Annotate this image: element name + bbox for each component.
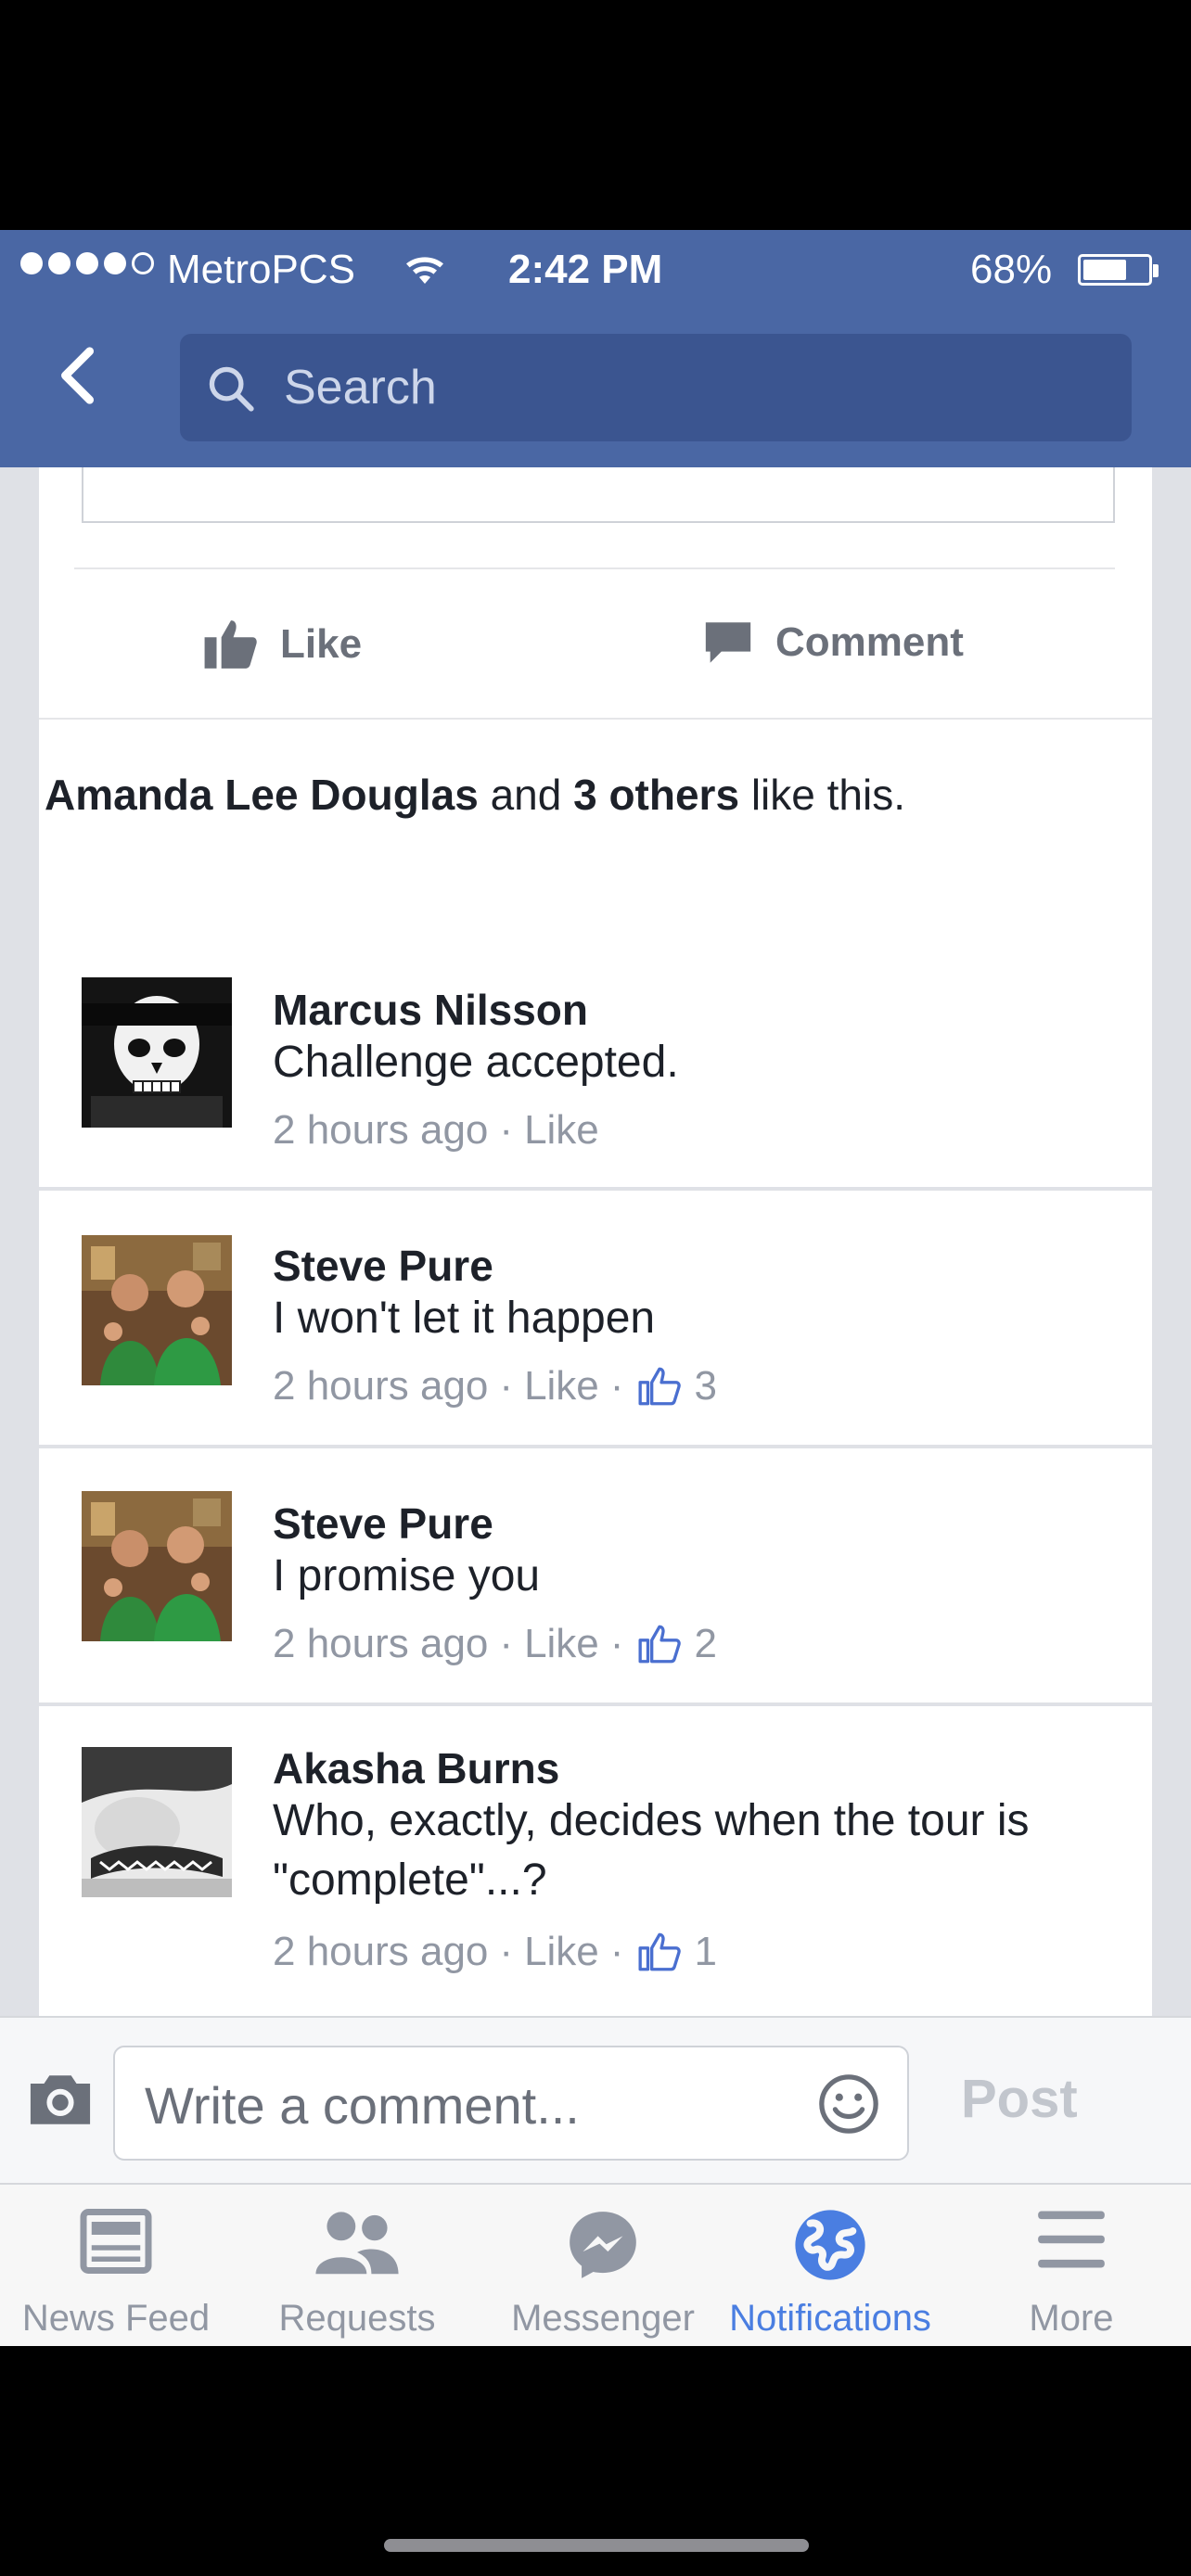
like-count-value: 1: [694, 1929, 717, 1974]
comment-time: 2 hours ago: [273, 1929, 489, 1974]
thumbs-up-outline-icon: [638, 1367, 682, 1406]
speech-bubble-icon: [705, 622, 751, 663]
search-placeholder: Search: [284, 361, 437, 414]
post-button[interactable]: Post: [961, 2068, 1078, 2130]
tab-bar: News Feed Requests Messenger Notificatio…: [0, 2183, 1191, 2346]
tab-label: News Feed: [21, 2298, 211, 2339]
liker-name[interactable]: Amanda Lee Douglas: [45, 771, 479, 819]
comment-like-count[interactable]: 2: [634, 1621, 717, 1667]
comment-action-label: Comment: [775, 619, 964, 665]
meta-separator: ·: [499, 1929, 514, 1974]
tab-messenger[interactable]: Messenger: [482, 2185, 724, 2346]
comment-text: I promise you: [273, 1551, 541, 1600]
likes-joiner: and: [490, 771, 562, 819]
comment-text: Who, exactly, decides when the tour is "…: [273, 1796, 1030, 1905]
menu-icon: [1038, 2211, 1105, 2268]
divider: [74, 567, 1115, 569]
comment-like-count[interactable]: 3: [634, 1363, 717, 1409]
comment-item: Akasha Burns Who, exactly, decides when …: [39, 1706, 1152, 2016]
avatar[interactable]: [82, 977, 232, 1128]
comment-item: Marcus Nilsson Challenge accepted. 2 hou…: [39, 935, 1152, 1187]
avatar[interactable]: [82, 1235, 232, 1385]
friends-icon: [315, 2212, 399, 2275]
partial-comment-field: [82, 467, 1115, 523]
meta-separator: ·: [499, 1363, 514, 1409]
comment-time: 2 hours ago: [273, 1107, 489, 1153]
meta-separator: ·: [499, 1107, 514, 1153]
tab-label: Requests: [278, 2298, 436, 2339]
comment-item: Steve Pure I won't let it happen 2 hours…: [39, 1191, 1152, 1445]
like-action-label: Like: [280, 621, 363, 667]
news-feed-icon: [80, 2209, 152, 2274]
likers-others[interactable]: 3 others: [573, 771, 739, 819]
status-bar: MetroPCS 2:42 PM 68%: [0, 230, 1191, 312]
comment-author[interactable]: Steve Pure: [273, 1241, 493, 1291]
comment-author[interactable]: Marcus Nilsson: [273, 985, 588, 1035]
wifi-icon: [406, 257, 443, 284]
comment-meta: 2 hours ago · Like: [273, 1107, 599, 1154]
meta-separator: ·: [499, 1621, 514, 1666]
comment-author[interactable]: Steve Pure: [273, 1498, 493, 1549]
home-indicator[interactable]: [384, 2539, 809, 2552]
comment-item: Steve Pure I promise you 2 hours ago · L…: [39, 1448, 1152, 1702]
tab-label: More: [1029, 2298, 1114, 2339]
comment-like-count[interactable]: 1: [634, 1929, 717, 1975]
top-bar: MetroPCS 2:42 PM 68% Search: [0, 230, 1191, 467]
tab-news-feed[interactable]: News Feed: [0, 2185, 232, 2346]
like-action-button[interactable]: Like: [202, 616, 362, 673]
comment-meta: 2 hours ago · Like · 1: [273, 1929, 717, 1975]
comment-meta: 2 hours ago · Like · 2: [273, 1621, 717, 1667]
tab-requests[interactable]: Requests: [232, 2185, 482, 2346]
status-time: 2:42 PM: [508, 247, 663, 292]
avatar[interactable]: [82, 1747, 232, 1897]
search-input[interactable]: Search: [180, 334, 1132, 441]
app-screen: Like Comment Amanda Lee Douglas and 3 ot…: [0, 230, 1191, 2346]
comment-like-link[interactable]: Like: [524, 1107, 599, 1154]
comment-placeholder: Write a comment...: [145, 2076, 580, 2135]
comment-meta: 2 hours ago · Like · 3: [273, 1363, 717, 1409]
likes-summary[interactable]: Amanda Lee Douglas and 3 others like thi…: [45, 766, 1083, 823]
comment-text: Challenge accepted.: [273, 1038, 679, 1087]
emoji-icon[interactable]: [816, 2072, 881, 2136]
comment-author[interactable]: Akasha Burns: [273, 1743, 559, 1793]
comment-like-link[interactable]: Like: [524, 1929, 599, 1975]
battery-percentage: 68%: [970, 247, 1053, 292]
tab-notifications[interactable]: Notifications: [714, 2185, 946, 2346]
tab-label: Notifications: [729, 2298, 931, 2339]
comment-action-button[interactable]: Comment: [701, 616, 964, 670]
like-count-value: 2: [694, 1621, 717, 1666]
comment-like-link[interactable]: Like: [524, 1363, 599, 1409]
comment-time: 2 hours ago: [273, 1363, 489, 1409]
chevron-left-icon[interactable]: [46, 343, 111, 408]
carrier-name: MetroPCS: [167, 247, 355, 292]
comment-text: I won't let it happen: [273, 1294, 656, 1343]
comment-time: 2 hours ago: [273, 1621, 489, 1666]
comment-compose-bar: Write a comment... Post: [0, 2016, 1191, 2185]
avatar[interactable]: [82, 1491, 232, 1641]
globe-icon: [795, 2210, 865, 2280]
comment-input[interactable]: Write a comment...: [113, 2046, 909, 2161]
messenger-icon: [570, 2212, 636, 2278]
meta-separator: ·: [609, 1621, 624, 1666]
thumbs-up-outline-icon: [638, 1932, 682, 1971]
comment-like-link[interactable]: Like: [524, 1621, 599, 1667]
search-icon: [209, 366, 254, 412]
signal-strength-icon: [20, 252, 154, 274]
tab-more[interactable]: More: [965, 2185, 1178, 2346]
tab-label: Messenger: [511, 2298, 695, 2339]
likes-suffix: like this.: [750, 771, 905, 819]
thumbs-up-icon: [204, 620, 257, 669]
meta-separator: ·: [609, 1929, 624, 1974]
camera-icon[interactable]: [28, 2070, 93, 2127]
battery-icon: [1078, 254, 1159, 286]
like-count-value: 3: [694, 1363, 717, 1409]
thumbs-up-outline-icon: [638, 1625, 682, 1664]
meta-separator: ·: [609, 1363, 624, 1409]
divider: [39, 718, 1152, 720]
